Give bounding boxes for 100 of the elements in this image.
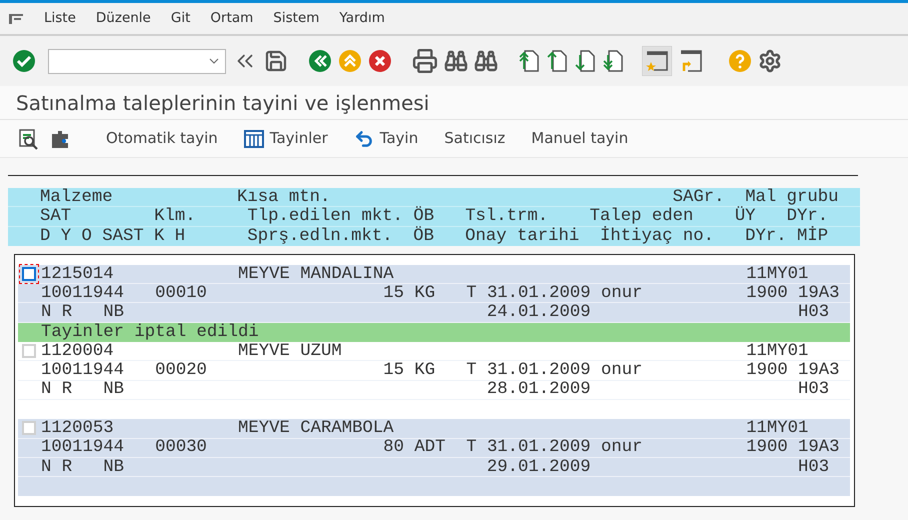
column-header: Tsl.trm. — [465, 207, 548, 226]
list-cell: R — [62, 380, 72, 400]
column-header: Y — [60, 226, 72, 246]
toolbar-button[interactable]: Manuel tayin — [521, 124, 638, 154]
list-cell: 1900 — [746, 438, 788, 458]
list-cell: 1900 — [746, 361, 788, 380]
column-header: DYr. — [745, 226, 787, 246]
toolbar-button[interactable]: Tayin — [344, 124, 428, 154]
list-cell: T — [466, 438, 477, 458]
list-cell: R — [62, 458, 72, 477]
list-cell: 00020 — [155, 361, 207, 380]
column-header: DYr. — [786, 207, 828, 226]
column-header: D — [40, 226, 50, 246]
list-cell: 31.01.2009 — [486, 361, 591, 380]
save-icon[interactable] — [264, 49, 288, 73]
command-field[interactable] — [48, 48, 226, 74]
list-cell: MEYVE CARAMBOLA — [238, 418, 394, 438]
column-header: MİP — [797, 226, 828, 246]
list-cell: 10011944 — [41, 438, 124, 458]
list-cell: N — [41, 458, 52, 477]
search-next-icon[interactable] — [474, 49, 498, 73]
menu-item[interactable]: Liste — [44, 8, 76, 29]
search-icon[interactable] — [444, 49, 468, 73]
column-header: Kısa mtn. — [237, 188, 330, 206]
list-search-icon[interactable] — [18, 128, 40, 150]
column-header: K — [154, 226, 164, 246]
list-cell: 10011944 — [41, 361, 124, 380]
menu-item[interactable]: Sistem — [273, 8, 320, 29]
list-cell: 80 — [383, 438, 404, 458]
confirm-icon[interactable] — [12, 49, 36, 73]
cancel-icon[interactable] — [368, 49, 392, 73]
previous-page-icon[interactable] — [546, 49, 568, 73]
column-header: ÜY — [734, 207, 756, 226]
column-header: Mal grubu — [745, 188, 839, 206]
list-cell: 1215014 — [41, 264, 114, 284]
list-cell: onur — [601, 284, 642, 303]
list-cell: 24.01.2009 — [486, 303, 591, 322]
column-header: Onay tarihi — [465, 226, 580, 246]
column-header: ÖB — [413, 207, 434, 226]
list-cell: 1120004 — [41, 342, 114, 361]
column-header: SAGr. — [672, 188, 724, 206]
column-header: İhtiyaç no. — [600, 226, 714, 246]
menu-item[interactable]: Düzenle — [96, 8, 151, 29]
list-cell: 15 — [383, 284, 404, 303]
list-cell: 1900 — [746, 284, 788, 303]
menu-icon[interactable] — [8, 12, 24, 24]
column-header: SAT — [40, 207, 72, 226]
list-cell: 29.01.2009 — [486, 458, 591, 477]
list-cell: 10011944 — [41, 284, 124, 303]
list-cell: H03 — [798, 458, 830, 477]
list-cell: T — [466, 361, 477, 380]
toolbar-button[interactable]: Satıcısız — [434, 124, 516, 154]
window-shortcut-icon[interactable] — [678, 48, 704, 74]
list-cell: N — [41, 380, 52, 400]
list-cell: H03 — [798, 380, 830, 400]
column-header: Klm. — [154, 207, 196, 226]
list-cell: 11MY01 — [746, 264, 808, 284]
list-cell: NB — [103, 458, 124, 477]
print-icon[interactable] — [412, 48, 438, 74]
column-header: Sprş.edln.mkt. — [247, 226, 393, 246]
toolbar-button[interactable]: Otomatik tayin — [96, 124, 228, 154]
menu-item[interactable]: Git — [170, 8, 190, 29]
new-window-icon[interactable] — [642, 46, 672, 76]
list-cell: 11MY01 — [746, 342, 808, 361]
list-cell: MEYVE MANDALINA — [238, 264, 394, 284]
column-header: SAST — [102, 226, 144, 246]
toolbar-button[interactable]: Tayinler — [234, 124, 338, 154]
list-cell: R — [62, 303, 72, 322]
list-cell: KG — [414, 284, 436, 303]
column-header: O — [81, 226, 92, 246]
column-header: Malzeme — [40, 188, 113, 206]
column-header: Talep eden — [590, 207, 694, 226]
dropdown-icon[interactable] — [209, 58, 219, 64]
list-cell: 31.01.2009 — [486, 438, 591, 458]
column-header: H — [174, 226, 186, 246]
list-cell: MEYVE UZUM — [238, 342, 342, 361]
last-page-icon[interactable] — [602, 49, 624, 73]
list-cell: onur — [601, 438, 642, 458]
column-header: ÖB — [413, 226, 434, 246]
list-cell: N — [41, 303, 52, 322]
list-cell: KG — [414, 361, 436, 380]
settings-icon[interactable] — [758, 49, 782, 73]
list-cell: 19A3 — [798, 361, 840, 380]
screen-title: Satınalma taleplerinin tayini ve işlenmesi — [16, 90, 430, 116]
menu-item[interactable]: Yardım — [339, 8, 385, 29]
list-cell: 31.01.2009 — [486, 284, 591, 303]
list-cell: 1120053 — [41, 418, 114, 438]
list-cell: H03 — [798, 303, 830, 322]
list-cell: 19A3 — [798, 284, 840, 303]
list-cell: onur — [601, 361, 642, 380]
list-cell: 00010 — [155, 284, 207, 303]
menu-item[interactable]: Ortam — [210, 8, 254, 29]
next-page-icon[interactable] — [574, 49, 596, 73]
first-page-icon[interactable] — [518, 49, 540, 73]
list-cell: NB — [103, 303, 124, 322]
column-header: Tlp.edilen mkt. — [247, 207, 403, 226]
list-cell: 15 — [383, 361, 404, 380]
back-icon[interactable] — [308, 49, 332, 73]
list-cell: 28.01.2009 — [486, 380, 591, 400]
status-message: Tayinler iptal edildi — [41, 322, 259, 342]
